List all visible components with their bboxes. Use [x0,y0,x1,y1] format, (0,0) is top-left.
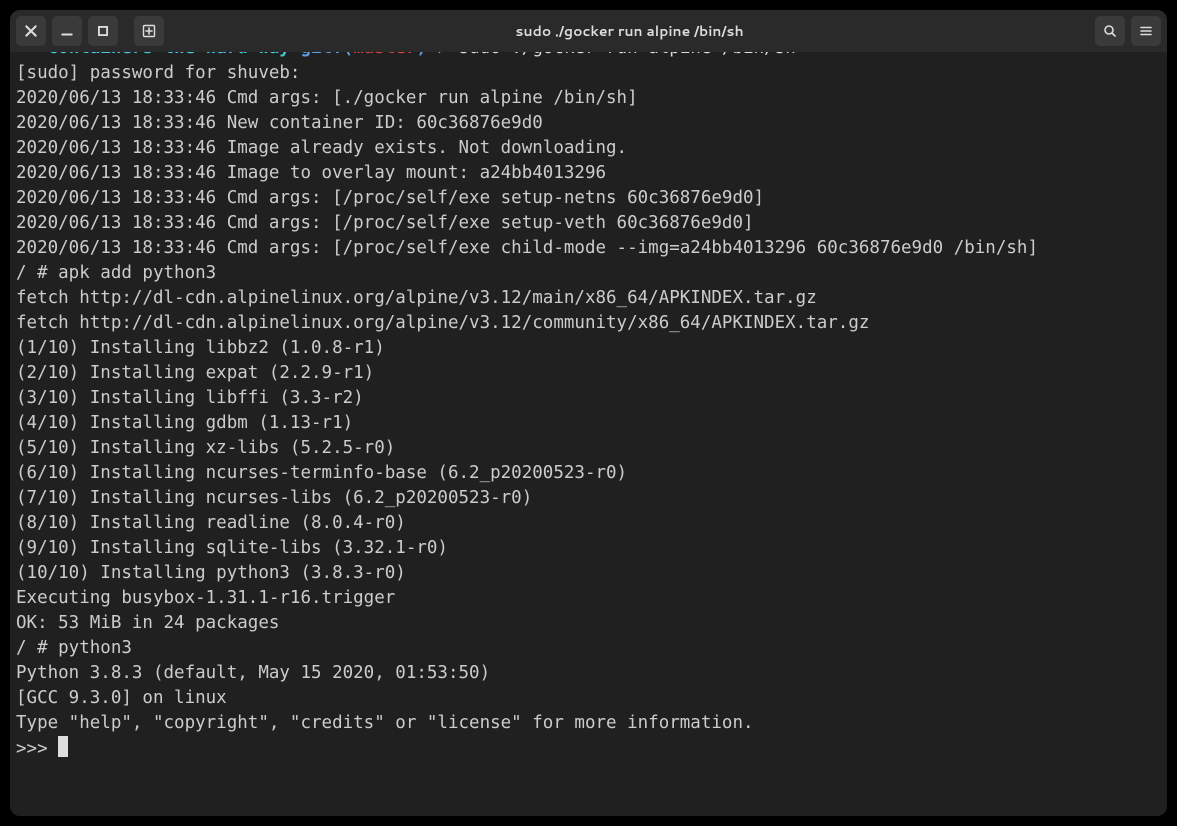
prompt-git-close: ) [416,52,427,58]
prompt-branch: master [353,52,416,58]
prompt-dir: containers-the-hard-way [48,52,290,58]
terminal-content: ➜ containers-the-hard-way git:(master) ✗… [16,52,1161,762]
close-button[interactable] [16,16,46,46]
maximize-button[interactable] [88,16,118,46]
menu-button[interactable] [1131,16,1161,46]
terminal-window: sudo ./gocker run alpine /bin/sh ➜ conta… [10,10,1167,816]
minimize-button[interactable] [52,16,82,46]
window-title: sudo ./gocker run alpine /bin/sh [170,21,1089,41]
new-tab-button[interactable] [134,16,164,46]
prompt-dirty: ✗ [438,52,449,58]
minimize-icon [60,24,74,38]
hamburger-icon [1139,24,1153,38]
prompt-command: sudo ./gocker run alpine /bin/sh [459,52,796,58]
repl-prompt: >>> [16,739,58,759]
cursor [58,736,68,757]
search-icon [1103,24,1117,38]
search-button[interactable] [1095,16,1125,46]
maximize-icon [96,24,110,38]
new-tab-icon [142,24,156,38]
prompt-arrow: ➜ [16,52,37,58]
prompt-git-label: git:( [301,52,354,58]
terminal-body[interactable]: ➜ containers-the-hard-way git:(master) ✗… [10,52,1167,816]
terminal-output: [sudo] password for shuveb: 2020/06/13 1… [16,63,1038,733]
titlebar: sudo ./gocker run alpine /bin/sh [10,10,1167,52]
close-icon [24,24,38,38]
